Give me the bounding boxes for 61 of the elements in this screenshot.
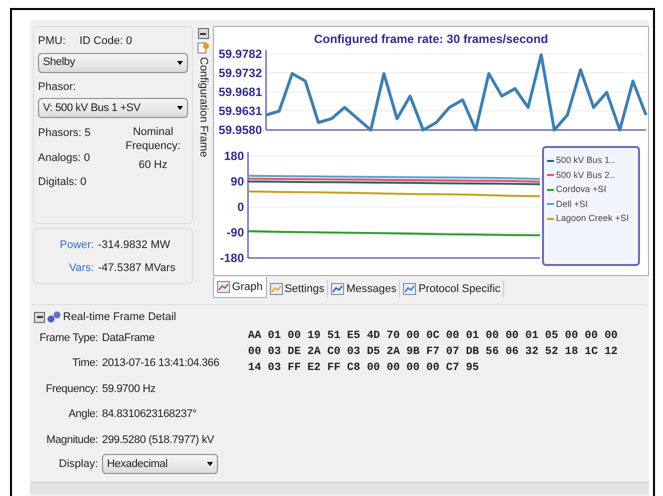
collapse-button[interactable]	[198, 28, 208, 39]
minus-icon	[200, 32, 206, 34]
axis-tick-label: 180	[224, 149, 244, 163]
axis-tick-label: -90	[226, 226, 244, 240]
field-value: 299.5280 (518.7977) kV	[102, 432, 214, 448]
chart-title: Configured frame rate: 30 frames/second	[314, 31, 548, 48]
axis-tick-label: 59.9782	[218, 48, 262, 61]
legend-label: 500 kV Bus 1..	[556, 154, 615, 167]
collapse-button[interactable]	[34, 312, 45, 323]
axis-tick-label: 59.9580	[218, 123, 262, 136]
legend-label: Lagoon Creek +SI	[556, 212, 629, 225]
measurement-label: Power:	[58, 238, 94, 253]
count-text: Digitals: 0	[38, 175, 88, 190]
measurement-label: Vars:	[68, 260, 94, 276]
tab[interactable]: Settings	[266, 280, 328, 298]
link-icon	[47, 311, 61, 324]
tab[interactable]: Graph	[213, 277, 267, 298]
measurement-value: -47.5387 MVars	[98, 260, 176, 276]
tab[interactable]: Protocol Specific	[400, 280, 504, 298]
pmu-dropdown[interactable]: Shelby	[38, 52, 188, 72]
axis-tick-label: 59.9631	[218, 104, 262, 118]
hex-data-line: AA 01 00 19 51 E5 4D 70 00 0C 00 01 00 00 01 05 00 00 00	[248, 328, 618, 344]
field-label: Frame Type:	[38, 330, 98, 346]
axis-tick-label: 0	[237, 200, 244, 214]
dropdown-arrow-icon	[177, 60, 183, 64]
hex-data-line: 00 03 DE 2A C0 03 D5 2A 9B F7 07 DB 56 06 32 52 18 1C 12	[248, 344, 618, 360]
legend-label: 500 kV Bus 2..	[556, 168, 615, 182]
field-label: Frequency:	[44, 382, 98, 396]
measurement-value: -314.9832 MW	[98, 238, 170, 253]
count-text: Phasors: 5	[38, 126, 92, 141]
dropdown-arrow-icon	[207, 462, 213, 466]
axis-tick-label: -180	[220, 251, 244, 265]
section-title: Real-time Frame Detail	[63, 310, 176, 325]
field-value: DataFrame	[102, 330, 155, 346]
dropdown-arrow-icon	[177, 106, 183, 110]
axis-tick-label: 90	[230, 174, 244, 188]
axis-tick-label: 59.9681	[218, 85, 262, 99]
legend-label: Cordova +SI	[556, 183, 606, 196]
pmu-label: PMU:	[38, 34, 66, 49]
display-label: Display:	[58, 456, 98, 472]
id-code-label: ID Code: 0	[80, 34, 132, 49]
field-label: Magnitude:	[45, 432, 98, 448]
field-value: 2013-07-16 13:41:04.366	[102, 356, 220, 371]
count-text: Analogs: 0	[38, 150, 91, 166]
axis-tick-label: 59.9732	[218, 66, 262, 80]
phasor-label: Phasor:	[38, 80, 77, 94]
phasor-dropdown[interactable]: V: 500 kV Bus 1 +SV	[38, 98, 188, 118]
nominal-frequency-value: 60 Hz	[138, 158, 168, 173]
field-value: 59.9700 Hz	[102, 382, 156, 396]
field-label: Angle:	[67, 407, 98, 422]
nominal-frequency-label: Nominal Frequency:	[124, 125, 182, 153]
tab[interactable]: Messages	[328, 280, 400, 298]
minus-icon	[36, 316, 42, 318]
field-label: Time:	[71, 356, 98, 371]
hex-data-line: 14 03 FF E2 FF C8 00 00 00 00 C7 95	[248, 360, 480, 376]
configuration-frame-tab[interactable]: Configuration Frame	[194, 57, 212, 158]
display-dropdown[interactable]: Hexadecimal	[102, 454, 218, 474]
legend-label: Dell +SI	[556, 198, 588, 210]
chart-icon	[217, 281, 230, 293]
field-value: 84.8310623168237°	[102, 407, 197, 422]
chart-icon	[331, 283, 344, 295]
